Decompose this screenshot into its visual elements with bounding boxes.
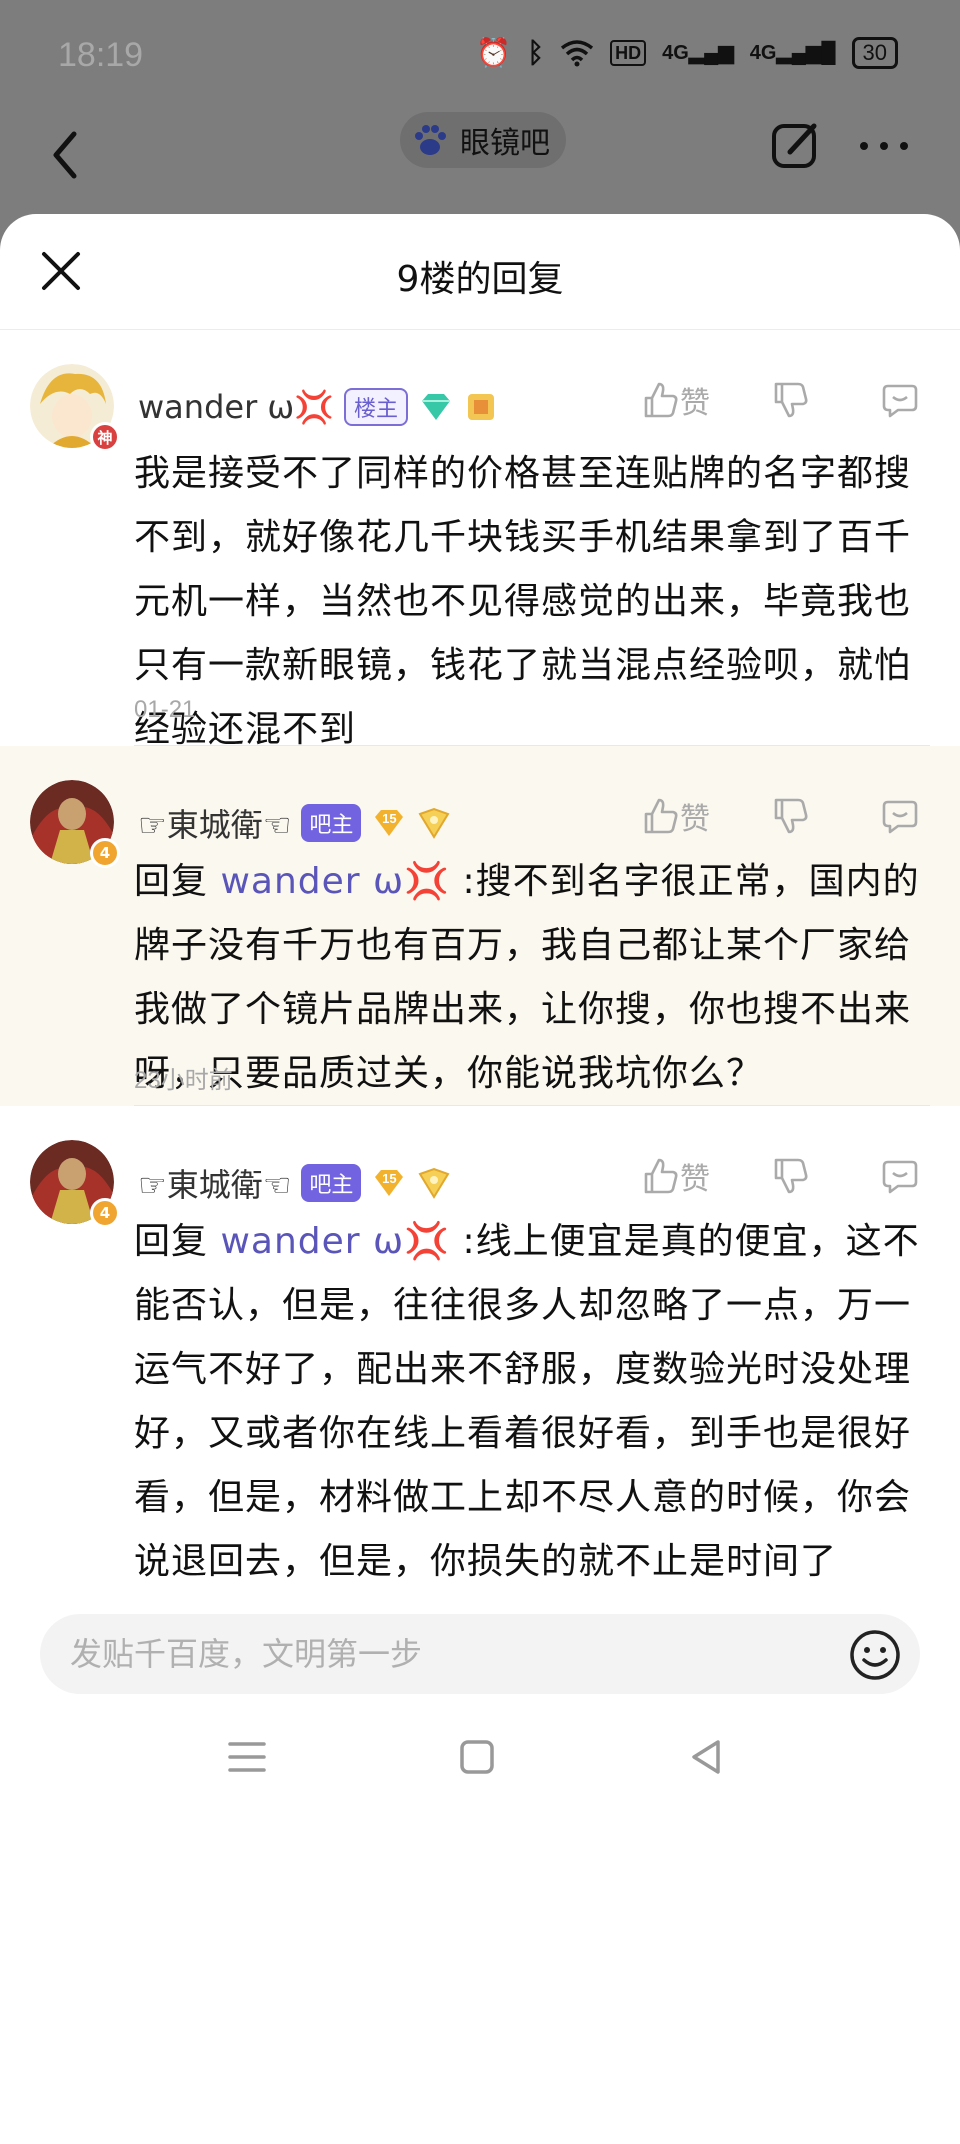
- bottom-bar: [0, 1604, 960, 2144]
- reply-input-box[interactable]: [40, 1614, 920, 1694]
- thumb-down-icon: [774, 798, 808, 834]
- mention-link[interactable]: wander ω💢: [220, 1221, 450, 1262]
- thumb-down-icon: [774, 1158, 808, 1194]
- moderator-tag: 吧主: [301, 1164, 362, 1202]
- avatar-badge: 4: [90, 838, 120, 868]
- hd-icon: HD: [610, 39, 647, 66]
- signal-icon-2: 4G▂▄▆█: [749, 42, 836, 64]
- comment-button[interactable]: [880, 796, 924, 836]
- avatar[interactable]: 4: [30, 780, 120, 868]
- status-time: 18:19: [58, 36, 144, 74]
- reply-content: 我是接受不了同样的价格甚至连贴牌的名字都搜不到，就好像花几千块钱买手机结果拿到了…: [134, 453, 912, 750]
- emoji-icon[interactable]: [848, 1628, 902, 1682]
- dislike-button[interactable]: [770, 796, 880, 836]
- battery-icon: 30: [851, 36, 898, 69]
- menu-icon[interactable]: [222, 1732, 272, 1782]
- reply-content: 回复 wander ω💢 :线上便宜是真的便宜，这不能否认，但是，往往很多人却忽…: [134, 1210, 924, 1594]
- like-button[interactable]: 赞: [640, 378, 770, 422]
- reply-text: :线上便宜是真的便宜，这不能否认，但是，往往很多人却忽略了一点，万一运气不好了，…: [134, 1221, 920, 1582]
- like-label: 赞: [680, 1162, 710, 1197]
- reply-content: 回复 wander ω💢 :搜不到名字很正常，国内的牌子没有千万也有百万，我自己…: [134, 850, 924, 1106]
- username[interactable]: ☞東城衛☜: [138, 1160, 291, 1206]
- sheet-title: 9楼的回复: [396, 259, 564, 300]
- level-badge: 15: [371, 807, 407, 839]
- reply-item: 4 ☞東城衛☜ 吧主 15 赞 回复 wander ω💢 :线上便宜是真的便宜，…: [0, 1106, 960, 1666]
- avatar[interactable]: 4: [30, 1140, 120, 1228]
- status-icons: ⏰ ᛒ HD 4G▂▄▆ 4G▂▄▆█ 30: [476, 36, 898, 69]
- reply-prefix: 回复: [134, 861, 221, 902]
- comment-icon: [882, 800, 918, 834]
- like-label: 赞: [680, 802, 710, 837]
- thumb-up-icon: [644, 382, 678, 418]
- forum-chip[interactable]: 眼镜吧: [400, 112, 566, 168]
- like-button[interactable]: 赞: [640, 794, 770, 838]
- comment-icon: [882, 384, 918, 418]
- medal-icon: [418, 807, 450, 839]
- dislike-button[interactable]: [770, 1156, 880, 1196]
- username[interactable]: wander ω💢: [138, 388, 334, 426]
- thumb-up-icon: [644, 1158, 678, 1194]
- mention-link[interactable]: wander ω💢: [220, 861, 450, 902]
- reply-actions: 赞: [640, 1154, 924, 1198]
- medal-icon: [418, 1167, 450, 1199]
- comment-button[interactable]: [880, 380, 924, 420]
- back-icon[interactable]: [40, 120, 100, 190]
- level-badge: 15: [371, 1167, 407, 1199]
- forum-name: 眼镜吧: [460, 126, 550, 161]
- moderator-tag: 吧主: [301, 804, 362, 842]
- comment-icon: [882, 1160, 918, 1194]
- reply-item: 神 wander ω💢 楼主 赞 我是接受不了同样的价格甚至连贴牌的名字都搜不到…: [0, 330, 960, 750]
- edit-icon[interactable]: [768, 118, 824, 174]
- comment-button[interactable]: [880, 1156, 924, 1196]
- like-label: 赞: [680, 386, 710, 421]
- alarm-icon: ⏰: [476, 36, 512, 69]
- reply-actions: 赞: [640, 378, 924, 422]
- dislike-button[interactable]: [770, 380, 880, 420]
- paw-icon: [415, 125, 446, 155]
- signal-icon-1: 4G▂▄▆: [662, 42, 734, 64]
- back-nav-icon[interactable]: [682, 1732, 732, 1782]
- reply-time: 23小时前: [134, 1067, 233, 1094]
- thumb-up-icon: [644, 798, 678, 834]
- diamond-icon: [422, 394, 451, 420]
- user-line: wander ω💢 楼主: [138, 382, 498, 432]
- bluetooth-icon: ᛒ: [527, 36, 545, 69]
- status-bar: 18:19 ⏰ ᛒ HD 4G▂▄▆ 4G▂▄▆█ 30: [0, 0, 960, 110]
- avatar[interactable]: 神: [30, 364, 120, 452]
- user-line: ☞東城衛☜ 吧主 15: [138, 1158, 451, 1208]
- reply-input[interactable]: [70, 1614, 830, 1694]
- home-icon[interactable]: [452, 1732, 502, 1782]
- user-line: ☞東城衛☜ 吧主 15: [138, 798, 451, 848]
- reply-item: 4 ☞東城衛☜ 吧主 15 赞 回复 wander ω💢 :搜不到名字很正常，国…: [0, 746, 960, 1106]
- more-icon[interactable]: [856, 128, 912, 164]
- reply-actions: 赞: [640, 794, 924, 838]
- reply-time: 01-21: [134, 696, 196, 723]
- like-button[interactable]: 赞: [640, 1154, 770, 1198]
- system-nav-bar: [0, 1694, 960, 1814]
- avatar-badge: 4: [90, 1198, 120, 1228]
- reply-prefix: 回复: [134, 1221, 221, 1262]
- medal-icon: [468, 394, 495, 420]
- sheet-header: 9楼的回复: [0, 214, 960, 330]
- op-tag: 楼主: [344, 388, 409, 426]
- avatar-badge: 神: [90, 422, 120, 452]
- username[interactable]: ☞東城衛☜: [138, 800, 291, 846]
- thumb-down-icon: [774, 382, 808, 418]
- wifi-icon: [561, 39, 594, 66]
- reply-sheet: 9楼的回复 神 wander ω💢 楼主 赞 我是接受不了同样的价格甚至连贴牌的…: [0, 214, 960, 2144]
